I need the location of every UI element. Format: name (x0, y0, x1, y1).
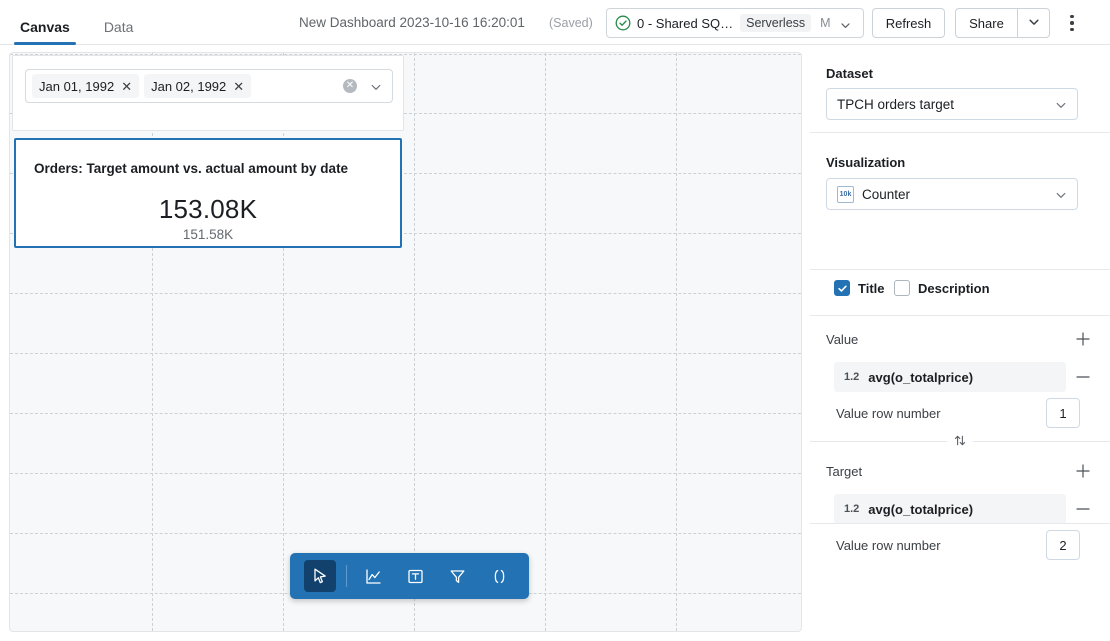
plus-icon[interactable] (1072, 328, 1094, 350)
chevron-down-icon (840, 18, 851, 29)
grid-line-h (10, 473, 801, 474)
tab-data[interactable]: Data (98, 0, 140, 45)
visualization-section-label: Visualization (826, 155, 906, 170)
grid-line-h (10, 293, 801, 294)
target-section-header: Target (826, 460, 1094, 482)
swap-vertical-icon[interactable] (947, 433, 973, 450)
grid-line-v (414, 53, 415, 631)
visualization-select[interactable]: 10k Counter (826, 178, 1078, 210)
saved-status: (Saved) (549, 16, 593, 30)
dataset-section-label: Dataset (826, 66, 873, 81)
filter-chip-label: Jan 01, 1992 (39, 78, 115, 94)
tab-canvas-label: Canvas (20, 18, 70, 35)
close-icon[interactable]: ✕ (121, 80, 132, 93)
target-row-number-label: Value row number (836, 537, 941, 553)
cluster-type-chip: Serverless (740, 14, 812, 32)
value-row-number-row: Value row number (836, 398, 1080, 428)
target-row-number-input[interactable] (1046, 530, 1080, 560)
chevron-down-icon (1028, 16, 1040, 31)
target-field-type-badge: 1.2 (844, 503, 860, 515)
filter-tool[interactable] (441, 560, 473, 592)
title-checkbox[interactable] (834, 280, 850, 296)
counter-widget[interactable]: Orders: Target amount vs. actual amount … (14, 138, 402, 248)
target-field-row: 1.2 avg(o_totalprice) (834, 494, 1094, 524)
cluster-name: 0 - Shared SQ… (637, 15, 734, 31)
panel-divider (810, 269, 1110, 270)
filter-chip[interactable]: Jan 01, 1992 ✕ (32, 74, 140, 98)
minus-icon[interactable] (1072, 498, 1094, 520)
chevron-down-icon[interactable] (370, 80, 382, 92)
value-row-number-input[interactable] (1046, 398, 1080, 428)
kebab-dot (1070, 21, 1074, 25)
swap-divider (810, 433, 1110, 450)
text-box-tool[interactable] (399, 560, 431, 592)
target-section-label: Target (826, 463, 863, 479)
kebab-dot (1070, 14, 1074, 19)
panel-divider (810, 132, 1110, 133)
value-field-name: avg(o_totalprice) (868, 369, 974, 385)
value-field-type-badge: 1.2 (844, 371, 860, 383)
target-field-pill[interactable]: 1.2 avg(o_totalprice) (834, 494, 1066, 524)
dashboard-title[interactable]: New Dashboard 2023-10-16 16:20:01 (299, 15, 525, 30)
date-filter-widget[interactable]: Jan 01, 1992 ✕ Jan 02, 1992 ✕ ✕ (12, 55, 404, 131)
value-field-pill[interactable]: 1.2 avg(o_totalprice) (834, 362, 1066, 392)
grid-line-v (545, 53, 546, 631)
grid-line-h (10, 413, 801, 414)
visualization-select-value: Counter (862, 186, 911, 202)
target-field-name: avg(o_totalprice) (868, 501, 974, 517)
chart-tool[interactable] (357, 560, 389, 592)
filter-chip[interactable]: Jan 02, 1992 ✕ (144, 74, 252, 98)
counter-viz-icon: 10k (837, 185, 854, 203)
minus-icon[interactable] (1072, 366, 1094, 388)
counter-value: 153.08K (158, 194, 258, 224)
counter-target-value: 151.58K (182, 227, 234, 242)
view-tabs: Canvas Data (14, 0, 161, 45)
toolbar-divider (346, 565, 347, 587)
panel-divider (810, 523, 1110, 524)
compute-selector[interactable]: 0 - Shared SQ… Serverless M (606, 8, 864, 38)
grid-line-v (676, 53, 677, 631)
kebab-menu-icon[interactable] (1058, 8, 1086, 38)
close-icon[interactable]: ✕ (233, 80, 244, 93)
description-checkbox-row: Description (894, 280, 990, 296)
date-filter-input[interactable]: Jan 01, 1992 ✕ Jan 02, 1992 ✕ ✕ (25, 69, 393, 103)
check-circle-icon (615, 15, 631, 31)
value-field-row: 1.2 avg(o_totalprice) (834, 362, 1094, 392)
config-panel: Dataset TPCH orders target Visualization… (810, 45, 1110, 641)
grid-line-h (10, 533, 801, 534)
tab-canvas[interactable]: Canvas (14, 0, 76, 45)
cluster-size: M (820, 16, 831, 30)
title-checkbox-label: Title (858, 280, 885, 296)
value-section-header: Value (826, 328, 1094, 350)
top-bar: Canvas Data New Dashboard 2023-10-16 16:… (0, 0, 1110, 45)
dataset-select[interactable]: TPCH orders target (826, 88, 1078, 120)
filter-chip-label: Jan 02, 1992 (151, 78, 227, 94)
code-tool[interactable] (483, 560, 515, 592)
tab-data-label: Data (103, 18, 134, 35)
dashboard-canvas[interactable]: Jan 01, 1992 ✕ Jan 02, 1992 ✕ ✕ Orders: … (9, 52, 802, 632)
chevron-down-icon (1055, 98, 1067, 110)
plus-icon[interactable] (1072, 460, 1094, 482)
kebab-dot (1070, 27, 1074, 32)
counter-widget-title: Orders: Target amount vs. actual amount … (34, 161, 349, 176)
target-row-number-row: Value row number (836, 530, 1080, 560)
clear-all-icon[interactable]: ✕ (343, 79, 357, 93)
description-checkbox-label: Description (918, 280, 990, 296)
share-options-button[interactable] (1017, 8, 1050, 38)
grid-line-h (10, 353, 801, 354)
description-checkbox[interactable] (894, 280, 910, 296)
title-checkbox-row: Title (834, 280, 885, 296)
select-pointer-tool[interactable] (304, 560, 336, 592)
dataset-select-value: TPCH orders target (837, 96, 955, 112)
refresh-button[interactable]: Refresh (872, 8, 945, 38)
canvas-floating-toolbar (290, 553, 529, 599)
value-section-label: Value (826, 331, 859, 347)
value-row-number-label: Value row number (836, 405, 941, 421)
chevron-down-icon (1055, 188, 1067, 200)
share-button[interactable]: Share (955, 8, 1017, 38)
panel-divider (810, 315, 1110, 316)
